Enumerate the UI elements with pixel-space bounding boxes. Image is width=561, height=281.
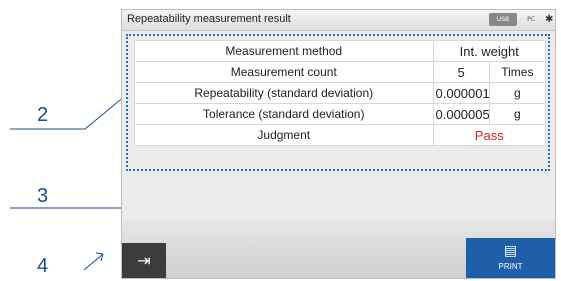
callout-4: 4	[37, 255, 49, 277]
row-value: Int. weight	[432, 40, 546, 62]
callout-line-4	[83, 253, 104, 271]
row-label: Repeatability (standard deviation)	[134, 82, 434, 104]
print-label: PRINT	[498, 262, 523, 271]
row-label: Judgment	[134, 124, 434, 146]
table-row: Measurement method Int. weight	[134, 40, 546, 62]
print-icon: ▤	[503, 243, 518, 259]
exit-button[interactable]: ⇥	[122, 243, 166, 278]
results-table: Measurement method Int. weight Measureme…	[134, 40, 547, 146]
table-row: Repeatability (standard deviation) 0.000…	[134, 82, 547, 104]
table-row: Tolerance (standard deviation) 0.0000050…	[134, 103, 547, 125]
usb-status-icon: USB	[489, 13, 517, 26]
row-unit: Times	[488, 61, 547, 83]
exit-icon: ⇥	[137, 251, 151, 270]
bluetooth-icon: ✱	[545, 14, 554, 25]
callout-line-2	[10, 95, 126, 130]
row-value: 0.0000010	[432, 82, 490, 104]
row-label: Measurement count	[134, 61, 434, 83]
table-row: Measurement count 5 Times	[134, 61, 547, 83]
judgment-value: Pass	[432, 124, 546, 146]
row-label: Measurement method	[134, 40, 434, 62]
title-bar: Repeatability measurement result USB PC …	[122, 10, 555, 31]
screen-title: Repeatability measurement result	[127, 13, 291, 25]
pc-status-icon: PC	[527, 16, 535, 23]
callout-3: 3	[37, 185, 49, 207]
print-button[interactable]: ▤ PRINT	[466, 238, 555, 278]
row-unit: g	[488, 82, 547, 104]
device-screen: Repeatability measurement result USB PC …	[121, 9, 556, 279]
table-row: Judgment Pass	[134, 124, 546, 146]
callout-2: 2	[37, 104, 49, 126]
row-unit: g	[488, 103, 547, 125]
row-value: 5	[432, 61, 490, 83]
row-label: Tolerance (standard deviation)	[134, 103, 434, 125]
row-value: 0.0000050	[432, 103, 490, 125]
